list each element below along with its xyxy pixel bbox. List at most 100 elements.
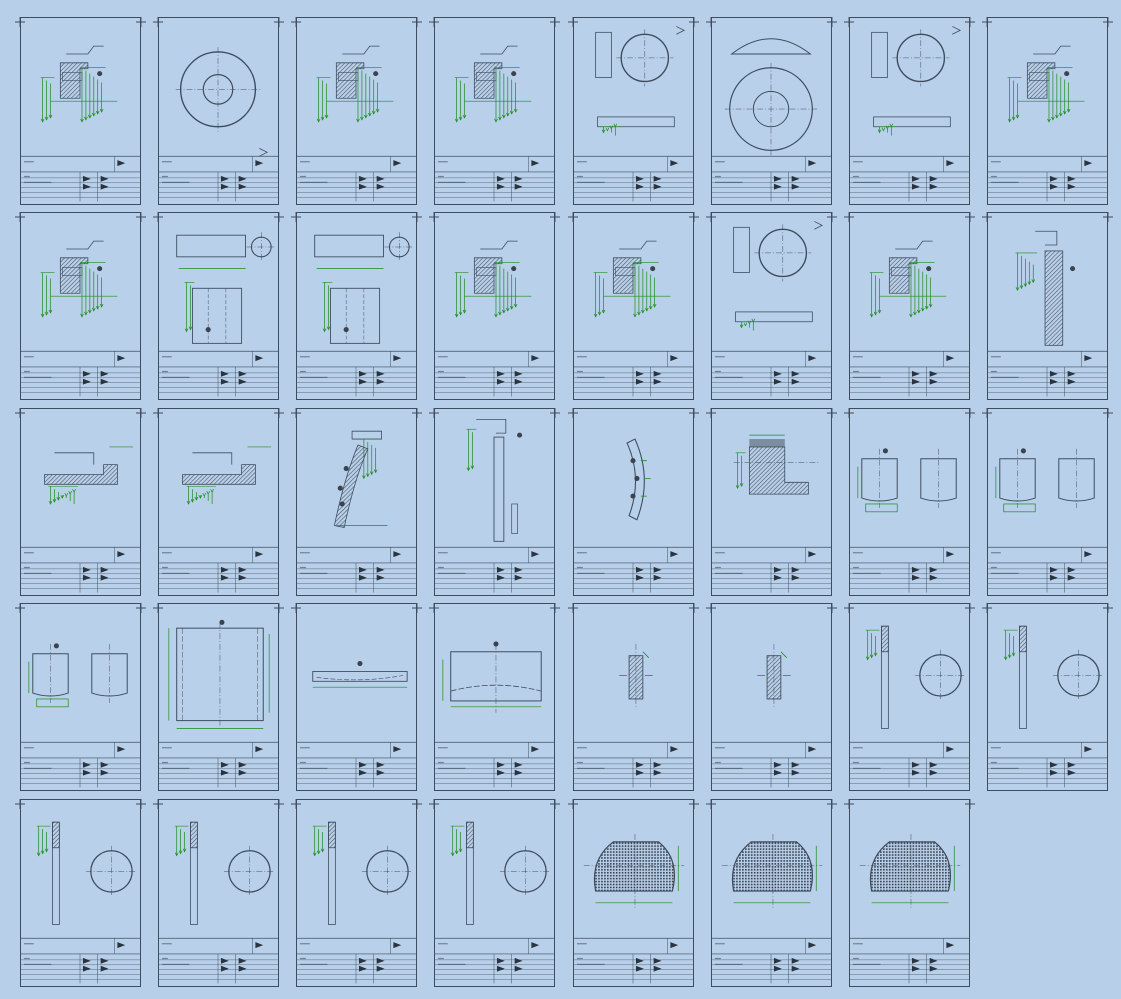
crop-mark — [291, 12, 301, 27]
dimension-lines — [40, 77, 55, 123]
drawing-sheet-tube-sheet[interactable] — [573, 799, 694, 987]
crop-mark — [1103, 12, 1113, 27]
balloon-marker — [97, 266, 103, 272]
drawing-sheet-pipe-plan[interactable] — [711, 212, 832, 400]
balloon-marker — [205, 327, 211, 333]
drawing-sheet-flange-section[interactable] — [434, 212, 555, 400]
drawing-sheet-large-shell[interactable] — [158, 603, 279, 791]
drawing-sheet-flat-plate[interactable] — [296, 603, 417, 791]
dimension-lines — [322, 282, 333, 333]
drawing-sheet-curved-section[interactable] — [296, 408, 417, 596]
crop-mark — [15, 598, 25, 613]
drawing-sheet-pipe-plan[interactable] — [573, 17, 694, 205]
drawing-sheet-flange-section[interactable] — [20, 17, 141, 205]
drawing-sheet-rod-and-ring[interactable] — [849, 603, 970, 791]
drawing-sheet-block-section[interactable] — [711, 408, 832, 596]
drawing-sheet-flange-section[interactable] — [434, 17, 555, 205]
block-section-icon — [712, 434, 831, 593]
tube-sheet-icon — [712, 833, 831, 984]
drawing-sheet-rod-and-ring[interactable] — [434, 799, 555, 987]
crop-mark — [429, 403, 439, 418]
dimension-lines — [361, 438, 380, 480]
drawing-sheet-tube-sheet[interactable] — [849, 799, 970, 987]
crop-mark — [706, 12, 716, 27]
crop-mark — [982, 207, 992, 222]
drawing-sheet-two-shells[interactable] — [987, 408, 1108, 596]
drawing-sheet-tube-sheet[interactable] — [711, 799, 832, 987]
crop-mark — [965, 12, 975, 27]
crop-mark — [153, 12, 163, 27]
crop-mark — [965, 403, 975, 418]
drawing-sheet-ring-plan[interactable] — [158, 17, 279, 205]
column-section-icon — [435, 418, 554, 593]
rod-and-ring-icon — [988, 625, 1107, 788]
drawing-sheet-rod-and-ring[interactable] — [158, 799, 279, 987]
balloon-marker — [219, 619, 225, 625]
drawing-sheet-pipe-elevation[interactable] — [296, 212, 417, 400]
dimension-lines — [80, 262, 106, 318]
dimension-lines — [1003, 629, 1018, 661]
drawing-sheet-arc-section[interactable] — [573, 408, 694, 596]
drawing-sheet-flange-section[interactable] — [573, 212, 694, 400]
title-block — [21, 350, 140, 397]
title-block — [712, 546, 831, 593]
balloon-marker — [650, 266, 656, 272]
balloon-marker — [634, 475, 640, 481]
title-block — [988, 741, 1107, 788]
crop-mark — [689, 207, 699, 222]
dimension-lines — [454, 77, 469, 123]
drawing-sheet-rod-and-ring[interactable] — [20, 799, 141, 987]
drawing-sheet-two-shells[interactable] — [849, 408, 970, 596]
title-block — [988, 155, 1107, 202]
title-block — [850, 741, 969, 788]
balloon-marker — [1064, 71, 1070, 77]
drawing-sheet-rod-and-ring[interactable] — [987, 603, 1108, 791]
dimension-lines — [601, 123, 620, 136]
drawing-sheet-two-shells[interactable] — [20, 603, 141, 791]
title-block — [712, 350, 831, 397]
crop-mark — [550, 794, 560, 809]
drawing-sheet-flange-section[interactable] — [296, 17, 417, 205]
balloon-marker — [1070, 266, 1076, 272]
dimension-lines — [312, 825, 327, 857]
crop-mark — [412, 598, 422, 613]
drawing-sheet-bar-section[interactable] — [573, 603, 694, 791]
dimension-lines — [494, 262, 520, 318]
crop-mark — [827, 207, 837, 222]
crop-mark — [982, 598, 992, 613]
drawing-sheet-step-section[interactable] — [158, 408, 279, 596]
drawing-sheet-rod-and-ring[interactable] — [296, 799, 417, 987]
flange-section-icon — [435, 240, 554, 397]
drawing-sheet-pipe-elevation[interactable] — [158, 212, 279, 400]
title-block — [297, 937, 416, 984]
drawing-sheet-step-section[interactable] — [20, 408, 141, 596]
crop-mark — [153, 794, 163, 809]
shallow-head-icon — [435, 641, 554, 788]
balloon-marker — [630, 493, 636, 499]
crop-mark — [550, 207, 560, 222]
drawing-sheet-flange-section[interactable] — [20, 212, 141, 400]
dimension-lines — [80, 67, 106, 123]
dimension-lines — [40, 272, 55, 318]
title-block — [712, 155, 831, 202]
drawing-sheet-flange-section[interactable] — [849, 212, 970, 400]
rod-and-ring-icon — [297, 821, 416, 984]
drawing-sheet-pipe-plan[interactable] — [849, 17, 970, 205]
drawing-sheet-head-plan[interactable] — [711, 17, 832, 205]
drawing-sheet-column-section[interactable] — [434, 408, 555, 596]
drawing-sheet-grid — [0, 0, 1121, 999]
drawing-sheet-bar-section[interactable] — [711, 603, 832, 791]
rod-and-ring-icon — [850, 625, 969, 788]
title-block — [988, 546, 1107, 593]
two-shells-icon — [988, 448, 1107, 593]
title-block — [159, 546, 278, 593]
crop-mark — [689, 794, 699, 809]
dimension-lines — [494, 67, 520, 123]
drawing-sheet-flange-section[interactable] — [987, 17, 1108, 205]
title-block — [712, 741, 831, 788]
drawing-sheet-tall-section[interactable] — [987, 212, 1108, 400]
dimension-lines — [48, 485, 79, 505]
dimension-lines — [869, 272, 884, 318]
drawing-sheet-shallow-head[interactable] — [434, 603, 555, 791]
pipe-plan-icon — [850, 26, 969, 202]
